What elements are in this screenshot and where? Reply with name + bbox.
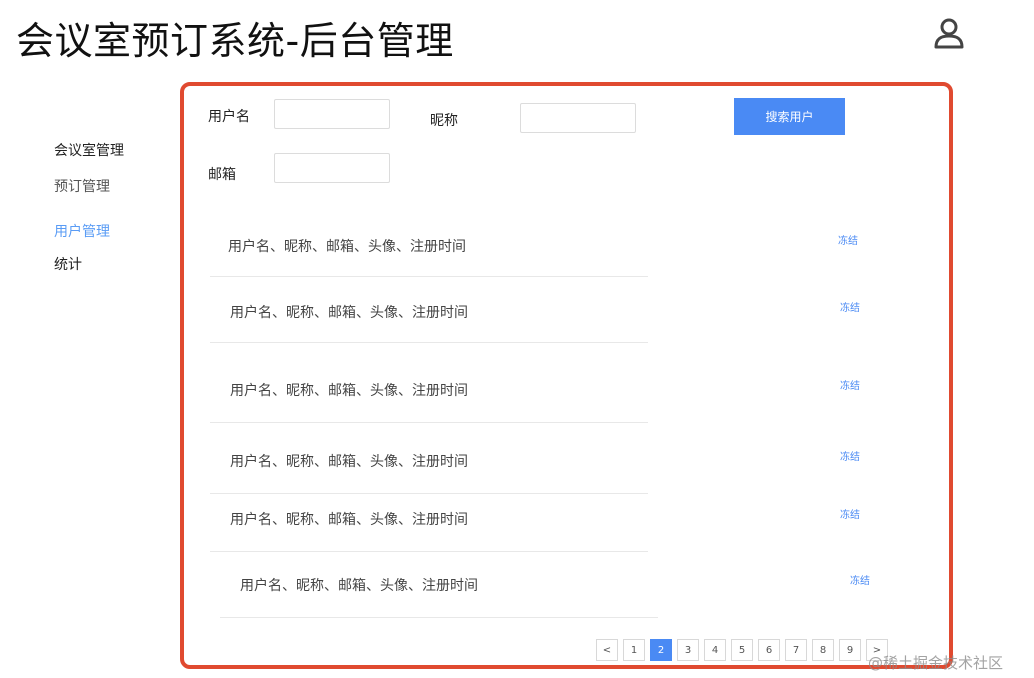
table-row: 用户名、昵称、邮箱、头像、注册时间	[210, 494, 648, 552]
nickname-input[interactable]	[520, 103, 636, 133]
sidebar-item-booking-management[interactable]: 预订管理	[54, 176, 110, 196]
page-button[interactable]: 7	[785, 639, 807, 661]
table-row: 用户名、昵称、邮箱、头像、注册时间	[210, 343, 648, 423]
row-info-text: 用户名、昵称、邮箱、头像、注册时间	[230, 454, 468, 470]
row-info-text: 用户名、昵称、邮箱、头像、注册时间	[230, 383, 468, 399]
user-icon[interactable]	[932, 16, 966, 50]
user-management-panel: 用户名 昵称 搜索用户 邮箱 用户名、昵称、邮箱、头像、注册时间 冻结 用户名、…	[180, 82, 953, 669]
table-row: 用户名、昵称、邮箱、头像、注册时间	[210, 211, 648, 277]
row-info-text: 用户名、昵称、邮箱、头像、注册时间	[240, 578, 478, 594]
table-row: 用户名、昵称、邮箱、头像、注册时间	[210, 277, 648, 343]
page-button[interactable]: 9	[839, 639, 861, 661]
page-button[interactable]: 6	[758, 639, 780, 661]
pagination: < 1 2 3 4 5 6 7 8 9 >	[596, 639, 888, 663]
email-input[interactable]	[274, 153, 390, 183]
username-label: 用户名	[208, 109, 250, 125]
email-label: 邮箱	[208, 167, 236, 183]
freeze-link[interactable]: 冻结	[850, 572, 870, 587]
watermark: @稀土掘金技术社区	[868, 654, 1004, 672]
page-button-current[interactable]: 2	[650, 639, 672, 661]
row-info-text: 用户名、昵称、邮箱、头像、注册时间	[230, 512, 468, 528]
page-button[interactable]: 5	[731, 639, 753, 661]
prev-page-button[interactable]: <	[596, 639, 618, 661]
sidebar-item-user-management[interactable]: 用户管理	[54, 221, 110, 241]
page-button[interactable]: 4	[704, 639, 726, 661]
username-input[interactable]	[274, 99, 390, 129]
freeze-link[interactable]: 冻结	[840, 299, 860, 314]
page-button[interactable]: 1	[623, 639, 645, 661]
table-row: 用户名、昵称、邮箱、头像、注册时间	[220, 552, 658, 618]
row-info-text: 用户名、昵称、邮箱、头像、注册时间	[230, 305, 468, 321]
search-user-button[interactable]: 搜索用户	[734, 98, 845, 135]
page-title: 会议室预订系统-后台管理	[16, 19, 454, 63]
sidebar-item-statistics[interactable]: 统计	[54, 254, 82, 274]
page-button[interactable]: 3	[677, 639, 699, 661]
row-info-text: 用户名、昵称、邮箱、头像、注册时间	[228, 239, 466, 255]
table-row: 用户名、昵称、邮箱、头像、注册时间	[210, 423, 648, 494]
nickname-label: 昵称	[430, 113, 458, 129]
freeze-link[interactable]: 冻结	[838, 232, 858, 247]
page-button[interactable]: 8	[812, 639, 834, 661]
freeze-link[interactable]: 冻结	[840, 377, 860, 392]
freeze-link[interactable]: 冻结	[840, 506, 860, 521]
sidebar-item-room-management[interactable]: 会议室管理	[54, 140, 124, 160]
freeze-link[interactable]: 冻结	[840, 448, 860, 463]
